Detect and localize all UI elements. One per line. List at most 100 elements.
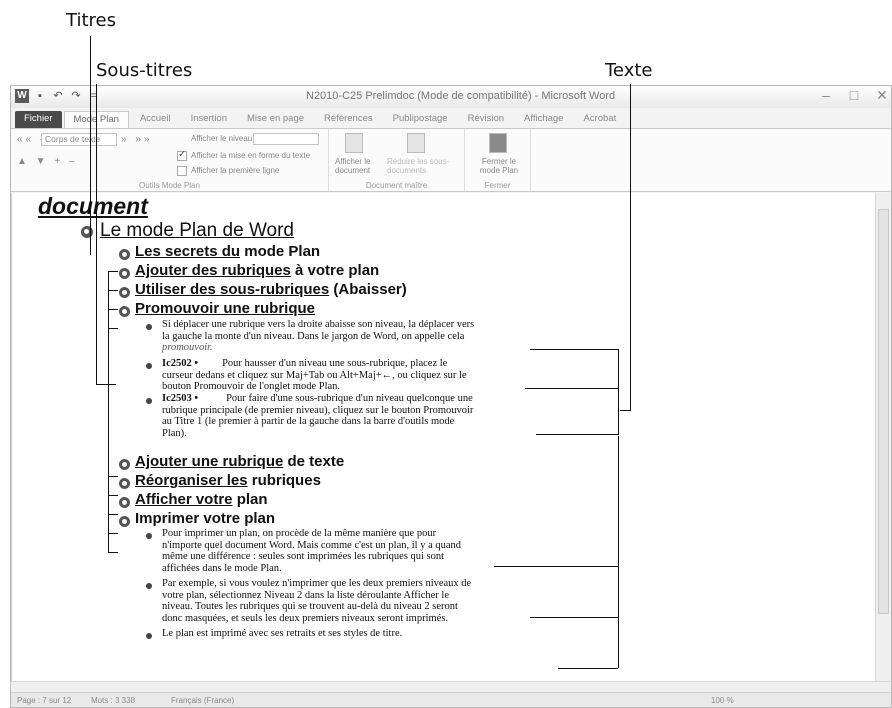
group-outline-label: Outils Mode Plan [139,181,200,190]
tab-references[interactable]: Références [315,111,382,128]
move-arrows-icon[interactable]: ▲ ▼ + – [17,156,78,167]
label-tag: Ic2502 • [162,358,199,369]
redo-icon[interactable]: ↷ [69,89,83,103]
minimize-button[interactable]: – [817,87,835,104]
subtitle-tick [108,290,118,291]
heading-text: rubriques [247,472,321,489]
heading-text: Imprimer votre plan [135,510,276,527]
heading-text: plan [232,491,268,508]
undo-icon[interactable]: ↶ [51,89,65,103]
window-controls: – □ ✕ [817,87,891,104]
expand-icon[interactable] [119,459,130,470]
show-document-icon[interactable] [345,133,363,153]
group-close-label: Fermer [484,181,511,190]
show-level-select[interactable] [253,133,319,145]
expand-icon[interactable] [119,268,130,279]
vertical-scrollbar[interactable] [875,193,891,681]
body-paragraph: Pour imprimer un plan, on procède de la … [162,528,552,574]
expand-icon[interactable] [119,306,130,317]
tab-revision[interactable]: Révision [459,111,513,128]
heading-text: Réorganiser les [135,472,248,489]
heading-level-2: Ajouter une rubrique de texte [135,453,344,470]
heading-text: Ajouter des rubriques [135,262,291,279]
text-tick [530,349,618,350]
body-paragraph: Le plan est imprimé avec ses retraits et… [162,628,552,640]
body-line: promouvoir. [162,342,213,354]
body-line: Plan). [162,427,187,439]
status-page[interactable]: Page : 7 sur 12 [17,696,71,705]
document-area[interactable]: document Le mode Plan de Word Les secret… [11,193,877,681]
tab-publipostage[interactable]: Publipostage [384,111,457,128]
expand-icon[interactable] [119,249,130,260]
heading-level-2: Imprimer votre plan [135,510,275,527]
ribbon: «« « Corps de texte » »» ▲ ▼ + – Affiche… [11,128,891,192]
tab-fichier[interactable]: Fichier [15,111,62,128]
subtitle-tick [108,309,118,310]
status-zoom[interactable]: 100 % [711,696,734,705]
subtitle-tick [108,495,118,496]
body-line: n'importe quel document Word. Mais comme… [162,539,462,551]
tab-acrobat[interactable]: Acrobat [574,111,625,128]
text-tick [558,668,618,669]
heading-1-text: Le mode Plan de Word [100,220,294,241]
heading-level-1: Le mode Plan de Word [100,220,294,242]
word-logo-icon[interactable]: W [15,89,29,103]
text-bracket-upper [618,349,619,435]
tab-mise-en-page[interactable]: Mise en page [238,111,313,128]
heading-level-2: Afficher votre plan [135,491,268,508]
subtitle-tick [108,533,118,534]
group-outline-tools: «« « Corps de texte » »» ▲ ▼ + – Affiche… [11,129,329,191]
group-master-document: Afficher le document Réduire les sous-do… [329,129,465,191]
body-line: Pour imprimer un plan, on procède de la … [162,528,437,539]
subtitle-tick [108,271,118,272]
show-format-checkbox[interactable] [177,149,187,161]
subtitle-tick [108,514,118,515]
tab-insertion[interactable]: Insertion [182,111,236,128]
heading-text: Afficher votre [135,491,233,508]
expand-icon[interactable] [119,287,130,298]
leader-sous-titres [96,84,97,384]
show-document-button[interactable]: Afficher le document [335,157,381,175]
heading-level-2: Promouvoir une rubrique [135,300,315,317]
close-button[interactable]: ✕ [873,87,891,104]
collapse-subdocs-icon[interactable] [407,133,425,153]
show-first-line-checkbox[interactable] [177,166,187,176]
status-language[interactable]: Français (France) [171,696,234,705]
maximize-button[interactable]: □ [845,87,863,104]
heading-document: document [38,193,148,219]
text-tick [494,566,618,567]
body-line: curseur dedans et cliquez sur Maj+Tab ou… [162,369,467,381]
leader-texte [630,84,631,410]
body-paragraph: Ic2502 • Pour hausser d'un niveau une sou… [162,358,552,393]
horizontal-scrollbar[interactable] [11,681,891,692]
demote-arrows-icon[interactable]: » »» [121,134,152,145]
body-bullet [146,363,152,369]
expand-icon[interactable] [119,516,130,527]
heading-level-2: Ajouter des rubriques à votre plan [135,262,379,279]
collapse-subdocs-button[interactable]: Réduire les sous-documents [387,157,463,175]
heading-level-2: Utiliser des sous-rubriques (Abaisser) [135,281,407,298]
save-icon[interactable]: ▪ [33,89,47,103]
expand-icon[interactable] [119,497,130,508]
heading-text: mode Plan [240,243,321,260]
close-plan-button[interactable]: Fermer le mode Plan [475,157,523,175]
level-select[interactable]: Corps de texte [41,133,117,146]
text-tick [536,434,618,435]
close-plan-icon[interactable] [489,133,507,153]
body-line: Si déplacer une rubrique vers la droite … [162,319,475,330]
body-bullet [146,533,152,539]
window-title: N2010-C25 Prelimdoc (Mode de compatibili… [306,90,616,102]
heading-text: Promouvoir une rubrique [135,300,316,317]
expand-icon[interactable] [119,478,130,489]
quick-access-toolbar: W ▪ ↶ ↷ = [15,89,101,103]
label-tag: Ic2503 • [162,393,199,404]
tab-affichage[interactable]: Affichage [515,111,572,128]
callout-titres: Titres [66,10,116,31]
leader-texte-foot [620,410,631,411]
status-words[interactable]: Mots : 3 338 [91,696,135,705]
body-line: affichées dans le mode Plan. [162,562,282,574]
scroll-thumb[interactable] [878,209,889,614]
tab-accueil[interactable]: Accueil [131,111,180,128]
expand-icon[interactable] [81,226,93,238]
text-bracket-lower [618,436,619,668]
